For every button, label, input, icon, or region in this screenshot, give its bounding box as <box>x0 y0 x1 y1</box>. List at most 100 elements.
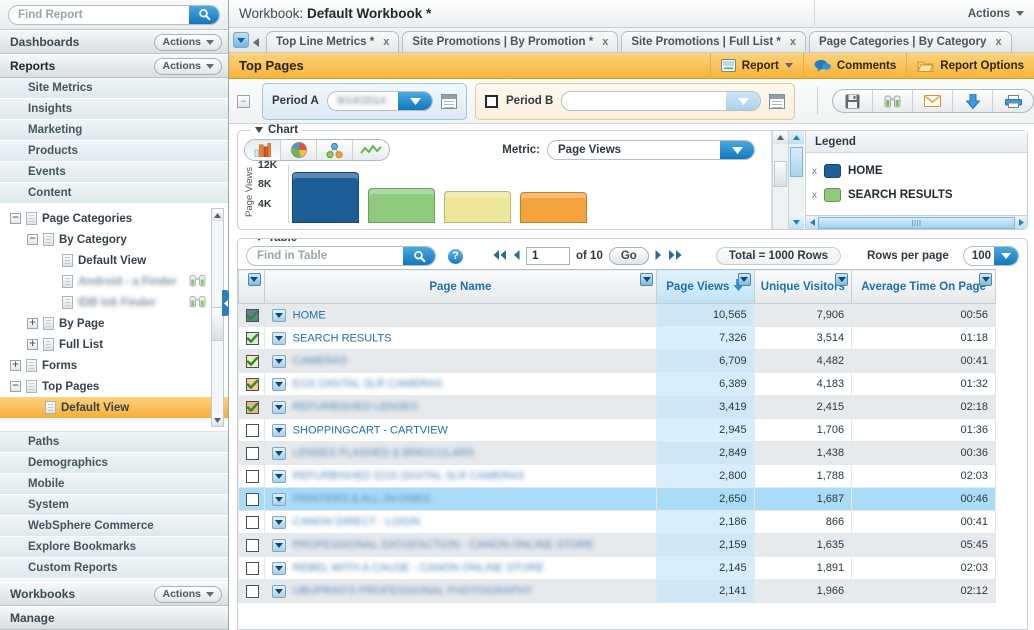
tree-item[interactable]: + Forms <box>0 355 228 376</box>
find-in-table-input[interactable]: Find in Table <box>246 246 436 266</box>
table-header-check[interactable] <box>238 269 265 304</box>
tree-item[interactable]: − Page Categories <box>0 208 228 229</box>
bubble-chart-icon[interactable] <box>317 140 353 160</box>
page-name-cell[interactable]: SHOPPINGCART - CARTVIEW <box>263 418 658 442</box>
tree-scroll-up-icon[interactable] <box>212 209 223 221</box>
table-row[interactable]: UBUPRINTS PROFESSIONAL PHOTOGRAPHY 2,141 1… <box>238 579 996 603</box>
comments-button[interactable]: Comments <box>802 52 906 79</box>
chart-bar[interactable] <box>520 192 588 223</box>
dashboards-actions-button[interactable]: Actions <box>154 33 222 51</box>
tab-scroll-left-icon[interactable] <box>249 38 263 47</box>
next-page-icon[interactable] <box>655 249 662 263</box>
table-row[interactable]: REFURBISHED EOS DIGITAL SLR CAMERAS 2,800… <box>238 464 996 488</box>
row-select-cell[interactable] <box>238 487 265 511</box>
row-select-cell[interactable] <box>238 372 265 396</box>
download-icon[interactable] <box>953 90 993 112</box>
scroll-left-icon[interactable] <box>806 216 818 229</box>
page-name-cell[interactable]: HOME <box>263 303 658 327</box>
row-expand-icon[interactable] <box>271 492 286 506</box>
tree-item[interactable]: Default View <box>0 250 228 271</box>
report-options-button[interactable]: Report Options <box>906 52 1034 79</box>
tree-item[interactable]: + Full List <box>0 334 228 355</box>
tree-item[interactable]: Android - a Finder <box>0 271 228 292</box>
tree-item[interactable]: − By Category <box>0 229 228 250</box>
period-a-select[interactable]: 9/14/2014 <box>326 91 433 111</box>
row-checkbox[interactable] <box>246 423 259 437</box>
close-icon[interactable]: x <box>790 36 796 48</box>
page-name-cell[interactable]: REFURBISHED LENSES <box>263 395 658 419</box>
search-icon[interactable] <box>403 247 435 265</box>
tree-item[interactable]: − Top Pages <box>0 376 228 397</box>
sidebar-item-paths[interactable]: Paths <box>0 432 228 453</box>
search-input[interactable]: Find Report <box>8 4 220 25</box>
line-chart-icon[interactable] <box>353 140 389 160</box>
row-checkbox[interactable] <box>246 308 259 322</box>
binoculars-icon[interactable] <box>189 295 206 311</box>
tab-site-promotions-by-promotion-[interactable]: Site Promotions | By Promotion * x <box>402 31 619 52</box>
row-select-cell[interactable] <box>238 303 265 327</box>
sidebar-item-site-metrics[interactable]: Site Metrics <box>0 78 228 99</box>
chart-bar[interactable] <box>444 190 512 223</box>
tree-item[interactable]: Default View <box>0 397 228 418</box>
page-name-link[interactable]: CANON DIRECT - LOGIN <box>293 516 421 528</box>
row-checkbox[interactable] <box>246 354 259 368</box>
legend-item[interactable]: x SEARCH RESULTS <box>812 183 1027 207</box>
tree-scrollbar[interactable] <box>211 208 224 427</box>
column-menu-icon[interactable] <box>979 273 992 286</box>
sidebar-section-reports[interactable]: Reports Actions <box>0 54 228 78</box>
sidebar-item-content[interactable]: Content <box>0 183 228 204</box>
row-checkbox[interactable] <box>246 331 259 345</box>
row-expand-icon[interactable] <box>271 584 286 598</box>
tab-list-menu-icon[interactable] <box>233 32 249 48</box>
page-name-cell[interactable]: REFURBISHED EOS DIGITAL SLR CAMERAS <box>263 464 658 488</box>
expand-icon[interactable]: + <box>10 360 21 371</box>
row-checkbox[interactable] <box>246 377 259 391</box>
collapse-icon[interactable]: − <box>27 234 38 245</box>
search-icon[interactable] <box>189 5 219 24</box>
period-b-select[interactable] <box>561 91 761 111</box>
page-name-link[interactable]: PRINTERS & ALL-IN-ONES <box>293 493 431 505</box>
row-expand-icon[interactable] <box>271 423 286 437</box>
last-page-icon[interactable] <box>668 249 682 263</box>
table-row[interactable]: SHOPPINGCART - CARTVIEW 2,945 1,706 01:36 <box>238 418 996 442</box>
table-row[interactable]: HOME 10,565 7,906 00:56 <box>238 303 996 327</box>
period-b-checkbox[interactable] <box>485 94 498 108</box>
first-page-icon[interactable] <box>493 249 507 263</box>
table-row[interactable]: EOS DIGITAL SLR CAMERAS 6,389 4,183 01:32 <box>238 372 996 396</box>
tree-scroll-down-icon[interactable] <box>212 414 223 426</box>
pie-chart-icon[interactable] <box>281 140 317 160</box>
row-expand-icon[interactable] <box>271 515 286 529</box>
column-menu-icon[interactable] <box>835 273 849 286</box>
sidebar-item-explore-bookmarks[interactable]: Explore Bookmarks <box>0 537 228 558</box>
table-header-avg_time[interactable]: Average Time On Page <box>851 269 996 304</box>
calendar-icon[interactable] <box>769 93 785 109</box>
workbook-actions-button[interactable]: Actions <box>814 0 1034 28</box>
column-menu-icon[interactable] <box>247 273 261 286</box>
column-menu-icon[interactable] <box>737 273 751 286</box>
sidebar-item-websphere-commerce[interactable]: WebSphere Commerce <box>0 516 228 537</box>
sidebar-section-workbooks[interactable]: Workbooks Actions <box>0 582 228 606</box>
page-name-cell[interactable]: LENSES FLASHES & BINOCULARS <box>263 441 658 465</box>
chevron-down-icon[interactable] <box>720 141 754 159</box>
row-select-cell[interactable] <box>238 349 265 373</box>
row-expand-icon[interactable] <box>271 561 286 575</box>
table-row[interactable]: PRINTERS & ALL-IN-ONES 2,650 1,687 00:46 <box>238 487 996 511</box>
close-icon[interactable]: x <box>995 36 1001 48</box>
page-name-link[interactable]: EOS DIGITAL SLR CAMERAS <box>293 378 443 390</box>
table-row[interactable]: REFURBISHED LENSES 3,419 2,415 02:18 <box>238 395 996 419</box>
sidebar-item-custom-reports[interactable]: Custom Reports <box>0 558 228 579</box>
row-select-cell[interactable] <box>238 418 265 442</box>
workbooks-actions-button[interactable]: Actions <box>154 585 222 603</box>
row-expand-icon[interactable] <box>271 377 286 391</box>
table-row[interactable]: CAMERAS 6,709 4,482 00:41 <box>238 349 996 373</box>
table-section-header[interactable]: Table <box>250 239 303 244</box>
page-name-link[interactable]: CAMERAS <box>293 355 347 367</box>
remove-series-icon[interactable]: x <box>812 190 817 201</box>
collapse-icon[interactable]: − <box>10 381 21 392</box>
chevron-down-icon[interactable] <box>726 92 760 110</box>
sidebar-item-mobile[interactable]: Mobile <box>0 474 228 495</box>
close-icon[interactable]: x <box>383 36 389 48</box>
email-icon[interactable] <box>913 90 953 112</box>
prev-page-icon[interactable] <box>513 249 520 263</box>
scroll-up-icon[interactable] <box>773 131 788 144</box>
